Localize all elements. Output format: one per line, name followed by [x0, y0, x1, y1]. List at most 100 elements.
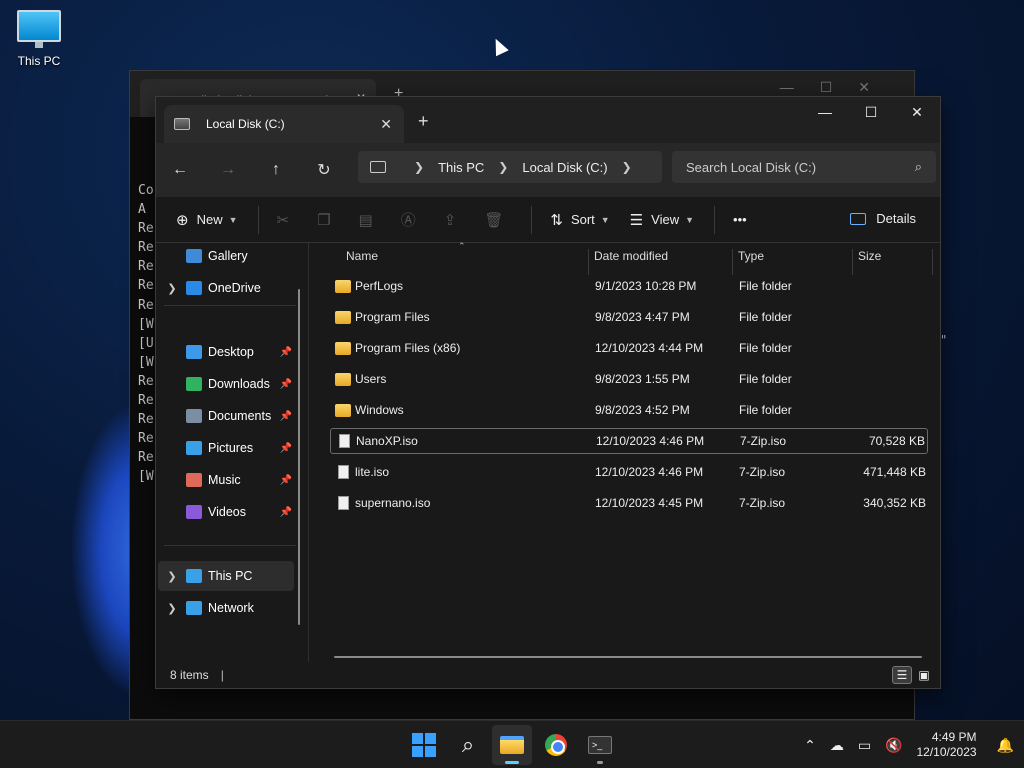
sidebar-item-desktop[interactable]: Desktop 📌: [158, 337, 294, 367]
computer-icon: [17, 10, 61, 48]
column-divider[interactable]: [732, 249, 733, 275]
chevron-right-icon[interactable]: ❯: [158, 282, 186, 295]
minimize-button[interactable]: —: [802, 97, 848, 127]
file-name: supernano.iso: [355, 496, 431, 510]
chevron-right-icon[interactable]: ❯: [498, 160, 508, 174]
up-button[interactable]: ↑: [252, 161, 300, 179]
file-explorer-window[interactable]: Local Disk (C:) ✕ + — ☐ ✕ ← → ↑ ↻ ❯ This…: [155, 96, 941, 689]
search-box[interactable]: ⌕: [672, 151, 936, 183]
share-button[interactable]: ⇪: [444, 211, 457, 229]
sidebar-item-videos[interactable]: Videos 📌: [158, 497, 294, 527]
more-icon: •••: [733, 212, 747, 227]
forward-button[interactable]: →: [204, 161, 252, 179]
close-icon[interactable]: ✕: [380, 116, 392, 133]
start-button[interactable]: [404, 725, 444, 765]
rename-button[interactable]: Ⓐ: [401, 209, 416, 230]
nav-scrollbar[interactable]: [298, 289, 300, 625]
table-row[interactable]: Users 9/8/2023 1:55 PM File folder: [330, 366, 928, 392]
search-button[interactable]: ⌕: [448, 725, 488, 765]
folder-icon: [335, 341, 351, 355]
sidebar-item-onedrive[interactable]: ❯ OneDrive: [158, 273, 294, 303]
new-tab-button[interactable]: +: [418, 111, 429, 132]
column-type[interactable]: Type: [738, 249, 764, 263]
document-icon: [186, 409, 202, 423]
chevron-right-icon[interactable]: ❯: [622, 160, 632, 174]
file-type: 7-Zip.iso: [739, 465, 786, 479]
clock[interactable]: 4:49 PM 12/10/2023: [917, 730, 977, 760]
chevron-right-icon[interactable]: ❯: [158, 570, 186, 583]
delete-button[interactable]: 🗑: [484, 211, 503, 229]
pin-icon: 📌: [279, 378, 292, 390]
command-bar: ⊕ New ▼ ✂ ❐ ▤ Ⓐ ⇪ 🗑 ⇅ Sort ▼ ☰ View ▼ ••…: [156, 197, 940, 243]
computer-icon: [370, 161, 386, 173]
taskbar-apps: ⌕ >_: [404, 725, 620, 765]
breadcrumb-this-pc[interactable]: This PC: [438, 160, 484, 175]
cloud-offline-icon[interactable]: ☁: [830, 737, 844, 754]
sidebar-item-network[interactable]: ❯ Network: [158, 593, 294, 623]
terminal-line: Re: [138, 297, 154, 313]
sidebar-item-pictures[interactable]: Pictures 📌: [158, 433, 294, 463]
explorer-body: Gallery ❯ OneDrive Desktop 📌 Downloads 📌 Docume…: [156, 241, 940, 662]
paste-button[interactable]: ▤: [359, 211, 373, 229]
terminal-button[interactable]: >_: [580, 725, 620, 765]
tiles-view-button[interactable]: ▣: [914, 666, 934, 684]
breadcrumb-local-disk[interactable]: Local Disk (C:): [522, 160, 607, 175]
table-row[interactable]: Program Files (x86) 12/10/2023 4:44 PM Fil…: [330, 335, 928, 361]
table-row[interactable]: supernano.iso 12/10/2023 4:45 PM 7-Zip.iso…: [330, 490, 928, 516]
table-row[interactable]: PerfLogs 9/1/2023 10:28 PM File folder: [330, 273, 928, 299]
terminal-line: [U: [138, 335, 154, 351]
chevron-up-icon[interactable]: ⌃: [804, 737, 816, 754]
chrome-button[interactable]: [536, 725, 576, 765]
column-divider[interactable]: [932, 249, 933, 275]
column-divider[interactable]: [588, 249, 589, 275]
horizontal-scrollbar[interactable]: [334, 656, 922, 658]
sidebar-item-label: Documents: [208, 409, 272, 423]
volume-muted-icon[interactable]: 🔇: [885, 737, 902, 754]
window-controls[interactable]: —☐✕: [780, 79, 896, 96]
table-row[interactable]: Program Files 9/8/2023 4:47 PM File folder: [330, 304, 928, 330]
file-name: Program Files (x86): [355, 341, 461, 355]
view-button[interactable]: ☰ View ▼: [630, 211, 694, 229]
pin-icon: 📌: [279, 346, 292, 358]
more-options-button[interactable]: •••: [733, 212, 747, 227]
sort-button[interactable]: ⇅ Sort ▼: [550, 211, 609, 229]
explorer-tab[interactable]: Local Disk (C:) ✕: [164, 105, 404, 143]
desktop-this-pc-shortcut[interactable]: This PC: [14, 10, 64, 68]
close-window-button[interactable]: ✕: [894, 97, 940, 127]
copy-button[interactable]: ❐: [317, 211, 330, 229]
details-pane-button[interactable]: Details: [850, 211, 916, 226]
sidebar-item-gallery[interactable]: Gallery: [158, 241, 294, 271]
file-type: File folder: [739, 341, 792, 355]
column-size[interactable]: Size: [858, 249, 881, 263]
details-view-button[interactable]: ☰: [892, 666, 912, 684]
file-explorer-button[interactable]: [492, 725, 532, 765]
sidebar-item-this-pc[interactable]: ❯ This PC: [158, 561, 294, 591]
share-icon: ⇪: [443, 211, 457, 229]
sidebar-item-documents[interactable]: Documents 📌: [158, 401, 294, 431]
column-divider[interactable]: [852, 249, 853, 275]
notification-bell-icon[interactable]: 🔔: [997, 737, 1014, 754]
table-row[interactable]: Windows 9/8/2023 4:52 PM File folder: [330, 397, 928, 423]
breadcrumb[interactable]: ❯ This PC ❯ Local Disk (C:) ❯: [358, 151, 662, 183]
pane-splitter[interactable]: [308, 243, 316, 662]
chevron-right-icon[interactable]: ❯: [414, 160, 424, 174]
terminal-line: Re: [138, 393, 154, 409]
file-date: 12/10/2023 4:46 PM: [596, 434, 705, 448]
maximize-button[interactable]: ☐: [848, 97, 894, 127]
back-button[interactable]: ←: [156, 161, 204, 179]
file-name: Users: [355, 372, 387, 386]
column-name[interactable]: Name: [346, 249, 378, 263]
sidebar-item-downloads[interactable]: Downloads 📌: [158, 369, 294, 399]
new-button[interactable]: ⊕ New ▼: [176, 211, 238, 229]
chevron-right-icon[interactable]: ❯: [158, 602, 186, 615]
sidebar-item-music[interactable]: Music 📌: [158, 465, 294, 495]
cut-button[interactable]: ✂: [277, 211, 290, 229]
refresh-button[interactable]: ↻: [300, 160, 348, 180]
table-row[interactable]: lite.iso 12/10/2023 4:46 PM 7-Zip.iso 471,4…: [330, 459, 928, 485]
column-date[interactable]: Date modified: [594, 249, 668, 263]
network-icon[interactable]: ▭: [858, 737, 871, 754]
search-input[interactable]: [686, 159, 915, 175]
file-type: 7-Zip.iso: [739, 496, 786, 510]
file-date: 9/1/2023 10:28 PM: [595, 279, 697, 293]
table-row[interactable]: NanoXP.iso 12/10/2023 4:46 PM 7-Zip.iso 70,…: [330, 428, 928, 454]
